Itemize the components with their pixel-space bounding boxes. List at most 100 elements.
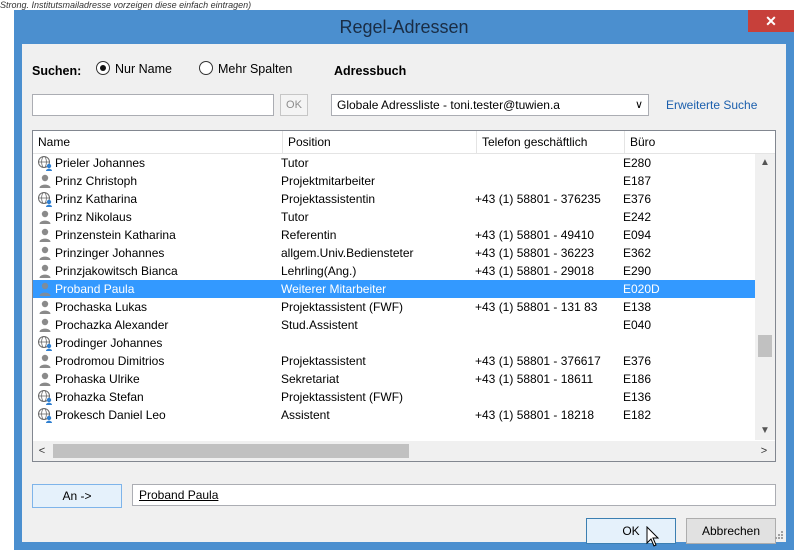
globe-user-icon <box>37 335 53 351</box>
row-phone: +43 (1) 58801 - 18611 <box>475 372 594 386</box>
row-office: E376 <box>623 354 652 368</box>
row-office: E362 <box>623 246 652 260</box>
table-row[interactable]: Prodinger Johannes <box>33 334 755 352</box>
row-name: Prodromou Dimitrios <box>55 354 165 368</box>
table-row[interactable]: Prochazka Alexander Stud.Assistent E040 <box>33 316 755 334</box>
row-office: E138 <box>623 300 652 314</box>
vertical-scrollbar[interactable]: ▲ ▼ <box>755 154 775 440</box>
row-phone: +43 (1) 58801 - 131 83 <box>475 300 598 314</box>
table-row[interactable]: Prohazka Stefan Projektassistent (FWF) E13… <box>33 388 755 406</box>
globe-user-icon <box>37 407 53 423</box>
row-position: Stud.Assistent <box>281 318 358 332</box>
user-icon <box>37 353 53 369</box>
ok-button[interactable]: OK <box>586 518 676 544</box>
row-name: Prinzenstein Katharina <box>55 228 176 242</box>
search-input[interactable] <box>32 94 274 116</box>
add-recipient-button[interactable]: An -> <box>32 484 122 508</box>
user-icon <box>37 371 53 387</box>
row-position: Sekretariat <box>281 372 340 386</box>
row-name: Proband Paula <box>55 282 135 296</box>
table-row[interactable]: Prinzinger Johannes allgem.Univ.Bedienste… <box>33 244 755 262</box>
table-row[interactable]: Prinz Christoph Projektmitarbeiter E187 <box>33 172 755 190</box>
row-office: E186 <box>623 372 652 386</box>
row-office: E182 <box>623 408 652 422</box>
regel-adressen-dialog: Regel-Adressen ✕ Suchen: Nur Name Mehr S… <box>14 10 794 550</box>
row-name: Prinzjakowitsch Bianca <box>55 264 178 278</box>
row-name: Prochaska Lukas <box>55 300 148 314</box>
dialog-body: Suchen: Nur Name Mehr Spalten Adressbuch… <box>22 44 786 547</box>
row-phone: +43 (1) 58801 - 36223 <box>475 246 595 260</box>
row-phone: +43 (1) 58801 - 376235 <box>475 192 601 206</box>
row-position: Tutor <box>281 156 309 170</box>
row-office: E187 <box>623 174 652 188</box>
row-position: Projektassistent <box>281 354 366 368</box>
radio-more-columns-label[interactable]: Mehr Spalten <box>218 62 292 76</box>
row-name: Prieler Johannes <box>55 156 146 170</box>
radio-name-only-label[interactable]: Nur Name <box>115 62 172 76</box>
table-row[interactable]: Prinz Nikolaus Tutor E242 <box>33 208 755 226</box>
user-icon <box>37 173 53 189</box>
scroll-right-icon[interactable]: > <box>755 441 773 461</box>
addressbook-select[interactable]: Globale Adressliste - toni.tester@tuwien… <box>331 94 649 116</box>
row-name: Prinz Nikolaus <box>55 210 132 224</box>
recipient-field[interactable]: Proband Paula <box>132 484 776 506</box>
row-phone: +43 (1) 58801 - 29018 <box>475 264 595 278</box>
list-header: Name Position Telefon geschäftlich Büro <box>33 131 775 154</box>
table-row[interactable]: Proband Paula Weiterer Mitarbeiter E020D <box>33 280 755 298</box>
row-position: allgem.Univ.Bediensteter <box>281 246 414 260</box>
row-name: Prinzinger Johannes <box>55 246 165 260</box>
table-row[interactable]: Prieler Johannes Tutor E280 <box>33 154 755 172</box>
scroll-down-icon[interactable]: ▼ <box>755 422 775 440</box>
table-row[interactable]: Prodromou Dimitrios Projektassistent +43 (… <box>33 352 755 370</box>
title-bar[interactable]: Regel-Adressen ✕ <box>14 10 794 44</box>
row-office: E040 <box>623 318 652 332</box>
horizontal-scroll-thumb[interactable] <box>53 444 409 458</box>
table-row[interactable]: Prinzenstein Katharina Referentin +43 (1) … <box>33 226 755 244</box>
close-button[interactable]: ✕ <box>748 10 794 32</box>
row-position: Weiterer Mitarbeiter <box>281 282 387 296</box>
resize-grip-icon[interactable] <box>774 530 784 540</box>
column-header-office[interactable]: Büro <box>625 131 775 153</box>
table-row[interactable]: Prohaska Ulrike Sekretariat +43 (1) 58801 … <box>33 370 755 388</box>
radio-name-only[interactable] <box>96 61 110 75</box>
column-header-name[interactable]: Name <box>33 131 283 153</box>
table-row[interactable]: Prokesch Daniel Leo Assistent +43 (1) 5880… <box>33 406 755 424</box>
table-row[interactable]: Prochaska Lukas Projektassistent (FWF) +43… <box>33 298 755 316</box>
row-office: E280 <box>623 156 652 170</box>
scroll-up-icon[interactable]: ▲ <box>755 154 775 172</box>
cancel-button[interactable]: Abbrechen <box>686 518 776 544</box>
table-row[interactable]: Prinzjakowitsch Bianca Lehrling(Ang.) +43 … <box>33 262 755 280</box>
vertical-scroll-thumb[interactable] <box>758 335 772 357</box>
row-office: E094 <box>623 228 652 242</box>
table-row[interactable]: Prinz Katharina Projektassistentin +43 (1)… <box>33 190 755 208</box>
address-list[interactable]: Name Position Telefon geschäftlich Büro … <box>32 130 776 462</box>
user-icon <box>37 227 53 243</box>
row-name: Prohaska Ulrike <box>55 372 140 386</box>
row-position: Projektmitarbeiter <box>281 174 376 188</box>
search-ok-button[interactable]: OK <box>280 94 308 116</box>
row-name: Prokesch Daniel Leo <box>55 408 166 422</box>
row-position: Projektassistent (FWF) <box>281 300 404 314</box>
row-name: Prodinger Johannes <box>55 336 163 350</box>
row-position: Lehrling(Ang.) <box>281 264 357 278</box>
row-office: E136 <box>623 390 652 404</box>
horizontal-scrollbar[interactable]: < > <box>33 441 775 461</box>
radio-more-columns[interactable] <box>199 61 213 75</box>
row-phone: +43 (1) 58801 - 49410 <box>475 228 595 242</box>
row-office: E376 <box>623 192 652 206</box>
dialog-title: Regel-Adressen <box>339 17 469 37</box>
recipient-value: Proband Paula <box>139 488 219 502</box>
globe-user-icon <box>37 389 53 405</box>
scroll-left-icon[interactable]: < <box>33 441 51 461</box>
advanced-search-link[interactable]: Erweiterte Suche <box>666 98 757 112</box>
addressbook-label: Adressbuch <box>334 64 407 78</box>
row-phone: +43 (1) 58801 - 18218 <box>475 408 595 422</box>
user-icon <box>37 263 53 279</box>
user-icon <box>37 299 53 315</box>
row-phone: +43 (1) 58801 - 376617 <box>475 354 601 368</box>
column-header-phone[interactable]: Telefon geschäftlich <box>477 131 625 153</box>
search-label: Suchen: <box>32 64 82 78</box>
row-office: E242 <box>623 210 652 224</box>
column-header-position[interactable]: Position <box>283 131 477 153</box>
row-position: Tutor <box>281 210 309 224</box>
